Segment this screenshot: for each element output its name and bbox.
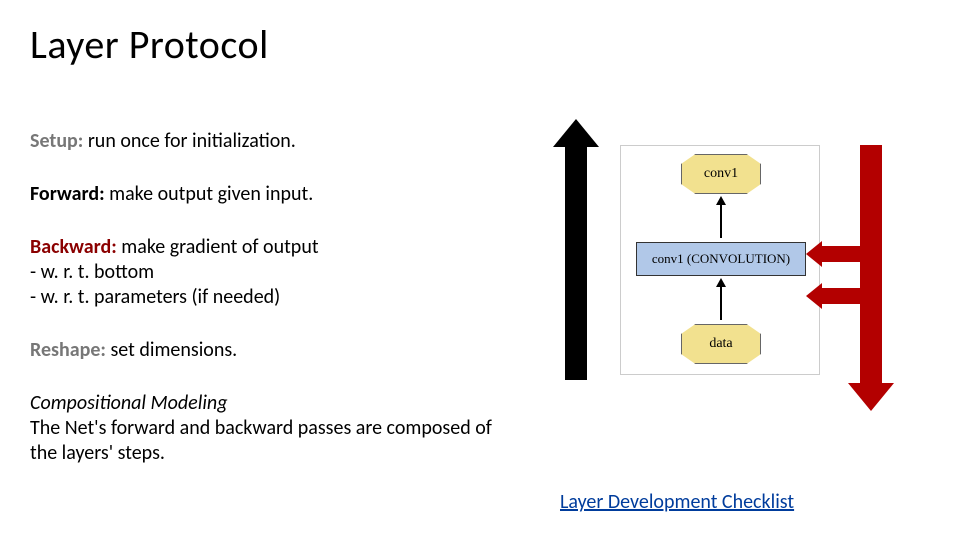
reshape-line: Reshape: set dimensions. [30, 338, 500, 363]
backward-block: Backward: make gradient of output - w. r… [30, 235, 500, 310]
compositional-body: The Net's forward and backward passes ar… [30, 416, 492, 465]
backward-label: Backward: [30, 235, 117, 259]
backward-text: make gradient of output [117, 235, 319, 259]
node-convolution: conv1 (CONVOLUTION) [636, 242, 806, 276]
reshape-text: set dimensions. [106, 338, 237, 362]
forward-label: Forward: [30, 182, 105, 206]
slide: Layer Protocol Setup: run once for initi… [0, 0, 960, 540]
forward-text: make output given input. [105, 182, 314, 206]
reshape-label: Reshape: [30, 338, 106, 362]
forward-arrow-icon [565, 145, 587, 380]
compositional-block: Compositional Modeling The Net's forward… [30, 391, 500, 466]
edge-arrow-1-icon [720, 204, 722, 238]
backward-bullet-2: - w. r. t. parameters (if needed) [30, 285, 280, 309]
setup-line: Setup: run once for initialization. [30, 129, 500, 154]
node-conv1: conv1 [681, 154, 761, 194]
setup-text: run once for initialization. [83, 129, 296, 153]
text-column: Setup: run once for initialization. Forw… [30, 129, 500, 466]
layer-dev-checklist-link[interactable]: Layer Development Checklist [560, 490, 794, 514]
edge-arrow-2-icon [720, 286, 722, 320]
layer-diagram: conv1 conv1 (CONVOLUTION) data [620, 145, 820, 375]
setup-label: Setup: [30, 129, 83, 153]
backward-arrow-icon [860, 145, 882, 385]
compositional-heading: Compositional Modeling [30, 391, 227, 415]
backward-bullet-1: - w. r. t. bottom [30, 260, 154, 284]
forward-line: Forward: make output given input. [30, 182, 500, 207]
node-data: data [681, 324, 761, 364]
slide-title: Layer Protocol [30, 20, 930, 69]
